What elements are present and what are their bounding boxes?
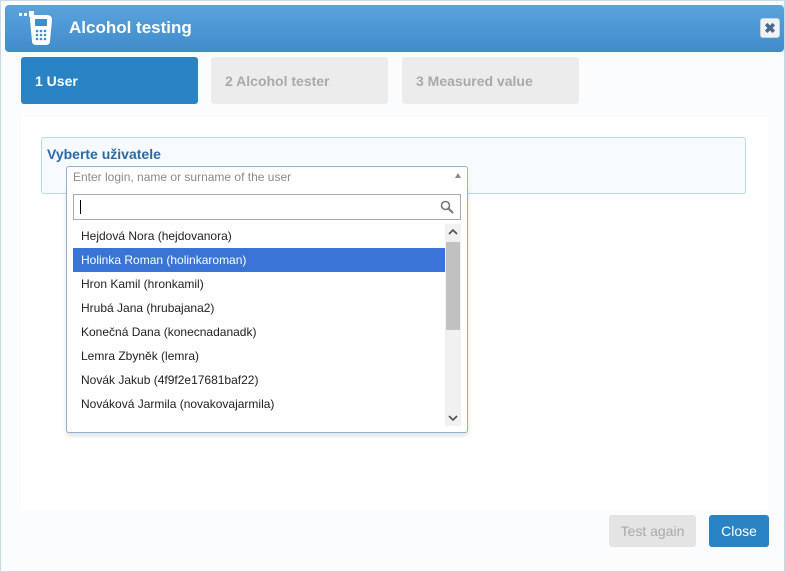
list-item[interactable]: Novák Jakub (4f9f2e17681baf22) [73,368,445,392]
scroll-down-icon[interactable] [445,410,461,426]
user-search-box[interactable] [73,194,461,220]
user-select[interactable]: Enter login, name or surname of the user [66,166,468,188]
arrow-up-icon[interactable] [455,173,461,178]
title-bar: Alcohol testing ✖ [5,5,784,52]
user-field-label: Vyberte uživatele [47,146,161,162]
user-select-placeholder: Enter login, name or surname of the user [73,170,292,184]
user-search-input[interactable] [74,195,434,219]
text-caret [80,200,81,214]
list-scrollbar[interactable] [445,224,461,426]
search-icon [440,200,454,214]
scrollbar-thumb[interactable] [446,242,460,330]
list-item-selected[interactable]: Holinka Roman (holinkaroman) [73,248,445,272]
list-item[interactable]: Hrubá Jana (hrubajana2) [73,296,445,320]
step-measured-value: 3 Measured value [402,57,579,104]
scroll-up-icon[interactable] [445,224,461,240]
dialog-title: Alcohol testing [69,18,192,37]
user-options-list: Hejdová Nora (hejdovanora) Holinka Roman… [73,224,445,426]
close-button[interactable]: Close [709,515,769,547]
list-item[interactable]: Nováková Jarmila (novakovajarmila) [73,392,445,416]
close-icon[interactable]: ✖ [760,18,780,38]
breathalyzer-icon [19,11,55,45]
test-again-button[interactable]: Test again [609,515,696,547]
alcohol-testing-dialog: Alcohol testing ✖ 1 User 2 Alcohol teste… [0,0,785,572]
list-item[interactable]: Konečná Dana (konecnadanadk) [73,320,445,344]
list-item[interactable]: Hejdová Nora (hejdovanora) [73,224,445,248]
list-item[interactable]: Lemra Zbyněk (lemra) [73,344,445,368]
step-user[interactable]: 1 User [21,57,198,104]
step-alcohol-tester: 2 Alcohol tester [211,57,388,104]
list-item[interactable]: Hron Kamil (hronkamil) [73,272,445,296]
user-dropdown: Hejdová Nora (hejdovanora) Holinka Roman… [66,188,468,433]
